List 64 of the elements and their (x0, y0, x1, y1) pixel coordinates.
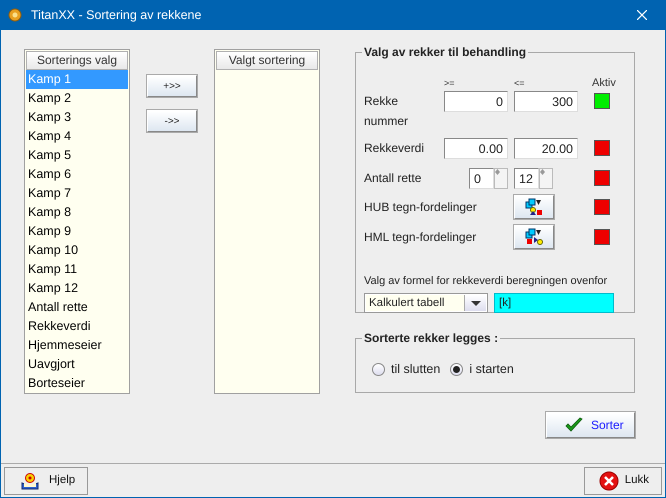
sort-button[interactable]: Sorter (546, 412, 635, 438)
formula-field[interactable]: [k] (494, 293, 614, 313)
down-arrow-icon (540, 172, 545, 175)
column-header: Aktiv (591, 77, 617, 91)
list-item[interactable]: Kamp 11 (26, 260, 128, 279)
distribution-icon (524, 198, 544, 216)
close-button[interactable]: Lukk (584, 466, 662, 494)
list-item[interactable]: Kamp 8 (26, 203, 128, 222)
row-label: Rekke nummer (364, 93, 410, 130)
list-item[interactable]: Kamp 4 (26, 127, 128, 146)
radio-option[interactable]: til slutten (372, 360, 440, 379)
close-icon (637, 10, 647, 20)
spinner-arrows[interactable] (539, 168, 553, 189)
check-icon (565, 417, 583, 433)
row-label: HML tegn-fordelinger (364, 229, 478, 246)
number-field[interactable]: 300 (514, 91, 578, 112)
list-item[interactable]: Uavgjort (26, 355, 128, 374)
column-header: Valgt sortering (216, 51, 318, 70)
distribution-button[interactable] (514, 195, 554, 219)
list-item[interactable]: Rekkeverdi (26, 317, 128, 336)
up-arrow-icon (495, 169, 500, 172)
distribution-button[interactable] (514, 225, 554, 249)
row-label: Antall rette (364, 170, 422, 187)
close-icon (598, 470, 619, 490)
list-item[interactable]: Kamp 5 (26, 146, 128, 165)
number-field[interactable]: 0.00 (444, 138, 508, 159)
number-field[interactable]: 0 (444, 91, 508, 112)
list-item[interactable]: Kamp 6 (26, 165, 128, 184)
row-label: Rekkeverdi (364, 140, 426, 157)
radio-option[interactable]: i starten (450, 360, 514, 379)
help-button[interactable]: Hjelp (4, 466, 88, 494)
list-item[interactable]: Kamp 7 (26, 184, 128, 203)
distribution-icon (524, 228, 544, 246)
caret-icon (470, 300, 480, 306)
list-item[interactable]: Kamp 9 (26, 222, 128, 241)
column-header: Sorterings valg (26, 51, 128, 70)
list-item[interactable]: Kamp 12 (26, 279, 128, 298)
down-arrow-icon (495, 172, 500, 175)
formula-dropdown[interactable]: Kalkulert tabell (364, 293, 488, 313)
radio-button[interactable] (372, 362, 385, 376)
up-arrow-icon (540, 169, 545, 172)
spinner-field[interactable]: 12 (514, 168, 539, 189)
list-item[interactable]: Borteseier (26, 374, 128, 393)
formula-label: Valg av formel for rekkeverdi beregningen ovenfor (364, 274, 608, 289)
radio-label: i starten (469, 361, 514, 378)
radio-button[interactable] (450, 362, 464, 376)
app-icon (7, 8, 23, 22)
list-item[interactable]: Hjemmeseier (26, 336, 128, 355)
list-item[interactable]: Kamp 10 (26, 241, 128, 260)
list-item[interactable]: Antall rette (26, 298, 128, 317)
number-field[interactable]: 20.00 (514, 138, 578, 159)
move-button[interactable]: ->> (147, 110, 197, 132)
window-title: TitanXX - Sortering av rekkene (31, 6, 202, 24)
list-item[interactable]: Kamp 3 (26, 108, 128, 127)
column-header: >= (444, 77, 456, 90)
column-header: <= (514, 77, 526, 90)
group-title: Valg av rekker til behandling (362, 45, 528, 59)
spinner-arrows[interactable] (494, 168, 508, 189)
row-label: HUB tegn-fordelinger (364, 199, 478, 216)
spinner-field[interactable]: 0 (469, 168, 494, 189)
move-button[interactable]: +>> (147, 75, 197, 97)
radio-label: til slutten (391, 361, 440, 378)
list-item[interactable]: Kamp 2 (26, 89, 128, 108)
group-title: Sorterte rekker legges : (362, 331, 500, 345)
